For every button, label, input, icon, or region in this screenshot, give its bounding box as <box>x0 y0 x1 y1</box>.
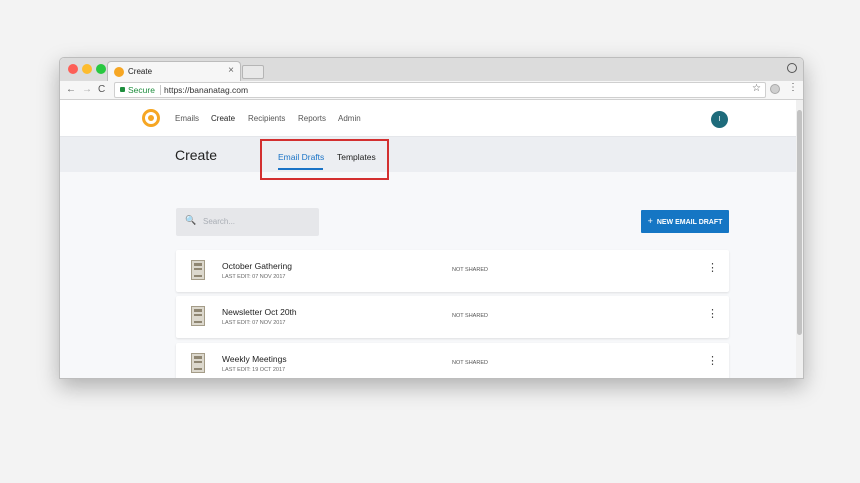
url-text[interactable]: https://bananatag.com <box>164 85 248 95</box>
nav-emails[interactable]: Emails <box>175 114 199 123</box>
tab-close-icon[interactable]: × <box>228 65 234 77</box>
address-separator <box>160 85 161 95</box>
draft-share-status: NOT SHARED <box>452 360 488 366</box>
scrollbar-thumb[interactable] <box>797 110 802 335</box>
bookmark-star-icon[interactable]: ☆ <box>752 83 761 94</box>
draft-name[interactable]: October Gathering <box>222 261 292 271</box>
minimize-window-button[interactable] <box>82 64 92 74</box>
draft-share-status: NOT SHARED <box>452 313 488 319</box>
draft-row[interactable]: Weekly Meetings LAST EDIT: 19 OCT 2017 N… <box>176 343 729 378</box>
draft-name[interactable]: Weekly Meetings <box>222 354 287 364</box>
forward-arrow-icon[interactable]: → <box>82 83 92 97</box>
email-template-icon <box>191 260 205 280</box>
browser-window: Create × ← → C Secure https://bananatag.… <box>59 57 804 379</box>
draft-row[interactable]: Newsletter Oct 20th LAST EDIT: 07 NOV 20… <box>176 296 729 338</box>
page-title: Create <box>175 147 218 163</box>
bananatag-logo[interactable] <box>142 109 160 127</box>
draft-last-edit: LAST EDIT: 19 OCT 2017 <box>222 367 286 373</box>
page-viewport: Emails Create Recipients Reports Admin I… <box>60 100 803 378</box>
new-email-draft-button[interactable]: + NEW EMAIL DRAFT <box>641 210 729 233</box>
draft-last-edit: LAST EDIT: 07 NOV 2017 <box>222 320 286 326</box>
page-subheader: Create Email Drafts Templates <box>60 137 803 172</box>
close-window-button[interactable] <box>68 64 78 74</box>
app-navbar: Emails Create Recipients Reports Admin I <box>60 100 803 137</box>
search-placeholder: Search... <box>203 217 236 226</box>
draft-share-status: NOT SHARED <box>452 267 488 273</box>
reload-icon[interactable]: C <box>98 83 105 97</box>
nav-admin[interactable]: Admin <box>338 114 361 123</box>
extension-icon[interactable] <box>770 84 780 94</box>
browser-tab-strip: Create × <box>60 58 803 82</box>
email-template-icon <box>191 353 205 373</box>
draft-row[interactable]: October Gathering LAST EDIT: 07 NOV 2017… <box>176 250 729 292</box>
tabs-highlight-annotation <box>260 139 389 180</box>
nav-create[interactable]: Create <box>211 114 235 123</box>
new-email-draft-label: NEW EMAIL DRAFT <box>656 219 723 226</box>
back-arrow-icon[interactable]: ← <box>66 83 76 97</box>
maximize-window-button[interactable] <box>96 64 106 74</box>
draft-name[interactable]: Newsletter Oct 20th <box>222 307 297 317</box>
browser-menu-icon[interactable]: ⋮ <box>788 82 798 93</box>
lock-icon <box>120 87 125 92</box>
more-options-icon[interactable]: ⋮ <box>707 355 718 367</box>
user-avatar[interactable]: I <box>711 111 728 128</box>
secure-label: Secure <box>128 85 155 95</box>
new-tab-button[interactable] <box>242 65 264 79</box>
more-options-icon[interactable]: ⋮ <box>707 308 718 320</box>
nav-recipients[interactable]: Recipients <box>248 114 285 123</box>
address-bar[interactable]: Secure https://bananatag.com ☆ <box>114 82 766 98</box>
browser-toolbar: ← → C Secure https://bananatag.com ☆ ⋮ <box>60 81 803 100</box>
email-template-icon <box>191 306 205 326</box>
draft-last-edit: LAST EDIT: 07 NOV 2017 <box>222 274 286 280</box>
browser-tab[interactable]: Create × <box>107 61 241 82</box>
bananatag-favicon-icon <box>114 67 124 77</box>
search-icon: 🔍 <box>185 215 197 225</box>
nav-reports[interactable]: Reports <box>298 114 326 123</box>
plus-icon: + <box>647 216 653 226</box>
browser-tab-title: Create <box>128 67 153 76</box>
profile-icon[interactable] <box>787 63 797 73</box>
search-input[interactable]: 🔍 Search... <box>176 208 319 236</box>
more-options-icon[interactable]: ⋮ <box>707 262 718 274</box>
